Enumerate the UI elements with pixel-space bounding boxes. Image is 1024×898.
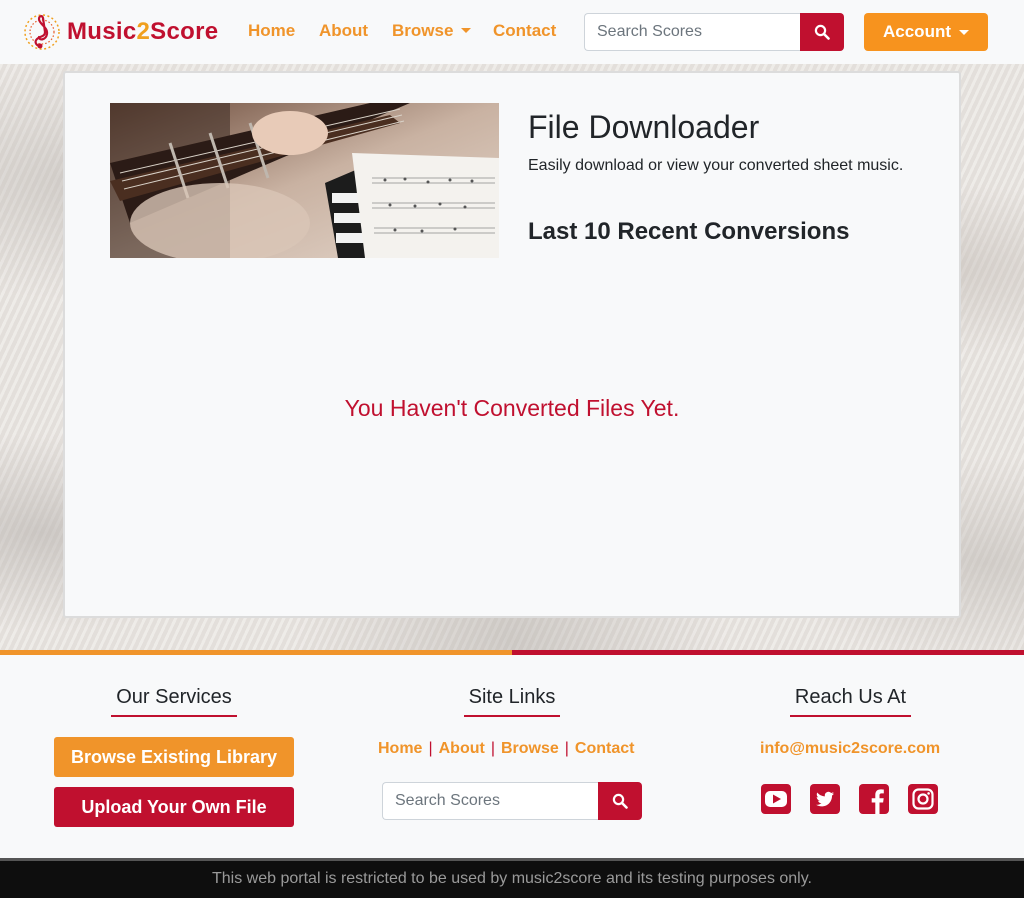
recent-conversions-heading: Last 10 Recent Conversions xyxy=(528,218,850,245)
account-label: Account xyxy=(883,22,951,41)
guitar-and-sheet-music-image xyxy=(110,103,499,258)
empty-state-message: You Haven't Converted Files Yet. xyxy=(344,395,680,421)
services-heading: Our Services xyxy=(111,686,237,717)
music-logo-icon xyxy=(24,14,60,50)
facebook-icon[interactable] xyxy=(858,783,890,815)
nav-browse-label: Browse xyxy=(392,21,454,40)
nav-search-input[interactable] xyxy=(584,13,800,51)
search-icon xyxy=(612,793,628,809)
chevron-down-icon xyxy=(959,29,969,35)
brand-logo-link[interactable]: Music2Score xyxy=(22,12,218,52)
footer-link-browse[interactable]: Browse xyxy=(501,740,559,757)
contact-email-link[interactable]: info@music2score.com xyxy=(760,740,940,758)
brand-name: Music2Score xyxy=(67,18,218,46)
brand-name-part3: Score xyxy=(150,18,219,45)
link-separator: | xyxy=(428,740,433,757)
link-separator: | xyxy=(564,740,569,757)
link-separator: | xyxy=(490,740,495,757)
browse-library-button[interactable]: Browse Existing Library xyxy=(54,737,294,777)
site-links-heading: Site Links xyxy=(464,686,560,717)
search-icon xyxy=(814,24,830,40)
upload-file-button[interactable]: Upload Your Own File xyxy=(54,787,294,827)
reach-us-heading: Reach Us At xyxy=(790,686,911,717)
nav-search-button[interactable] xyxy=(800,13,844,51)
footer-search-input[interactable] xyxy=(382,782,598,820)
nav-about-link[interactable]: About xyxy=(319,21,368,41)
nav-home-link[interactable]: Home xyxy=(248,21,295,41)
nav-contact-link[interactable]: Contact xyxy=(493,21,556,41)
footer: Our Services Browse Existing Library Upl… xyxy=(0,655,1024,858)
twitter-icon[interactable] xyxy=(809,783,841,815)
brand-name-part2: 2 xyxy=(136,18,151,45)
footer-link-about[interactable]: About xyxy=(439,740,485,757)
top-navbar: Music2Score Home About Browse Contact Ac… xyxy=(0,0,1024,64)
nav-browse-dropdown[interactable]: Browse xyxy=(392,21,472,41)
footer-link-home[interactable]: Home xyxy=(378,740,422,757)
chevron-down-icon xyxy=(461,28,472,33)
brand-name-part1: Music xyxy=(67,18,137,45)
hero-image xyxy=(110,103,499,258)
page-description: Easily download or view your converted s… xyxy=(528,157,904,174)
instagram-icon[interactable] xyxy=(907,783,939,815)
youtube-icon[interactable] xyxy=(760,783,792,815)
footer-site-links: Home | About | Browse | Contact xyxy=(378,740,634,758)
account-dropdown-button[interactable]: Account xyxy=(864,13,988,51)
footer-search-button[interactable] xyxy=(598,782,642,820)
legal-notice-bar: This web portal is restricted to be used… xyxy=(0,858,1024,898)
file-downloader-card: File Downloader Easily download or view … xyxy=(63,71,961,618)
page-title: File Downloader xyxy=(528,109,760,145)
footer-link-contact[interactable]: Contact xyxy=(575,740,635,757)
